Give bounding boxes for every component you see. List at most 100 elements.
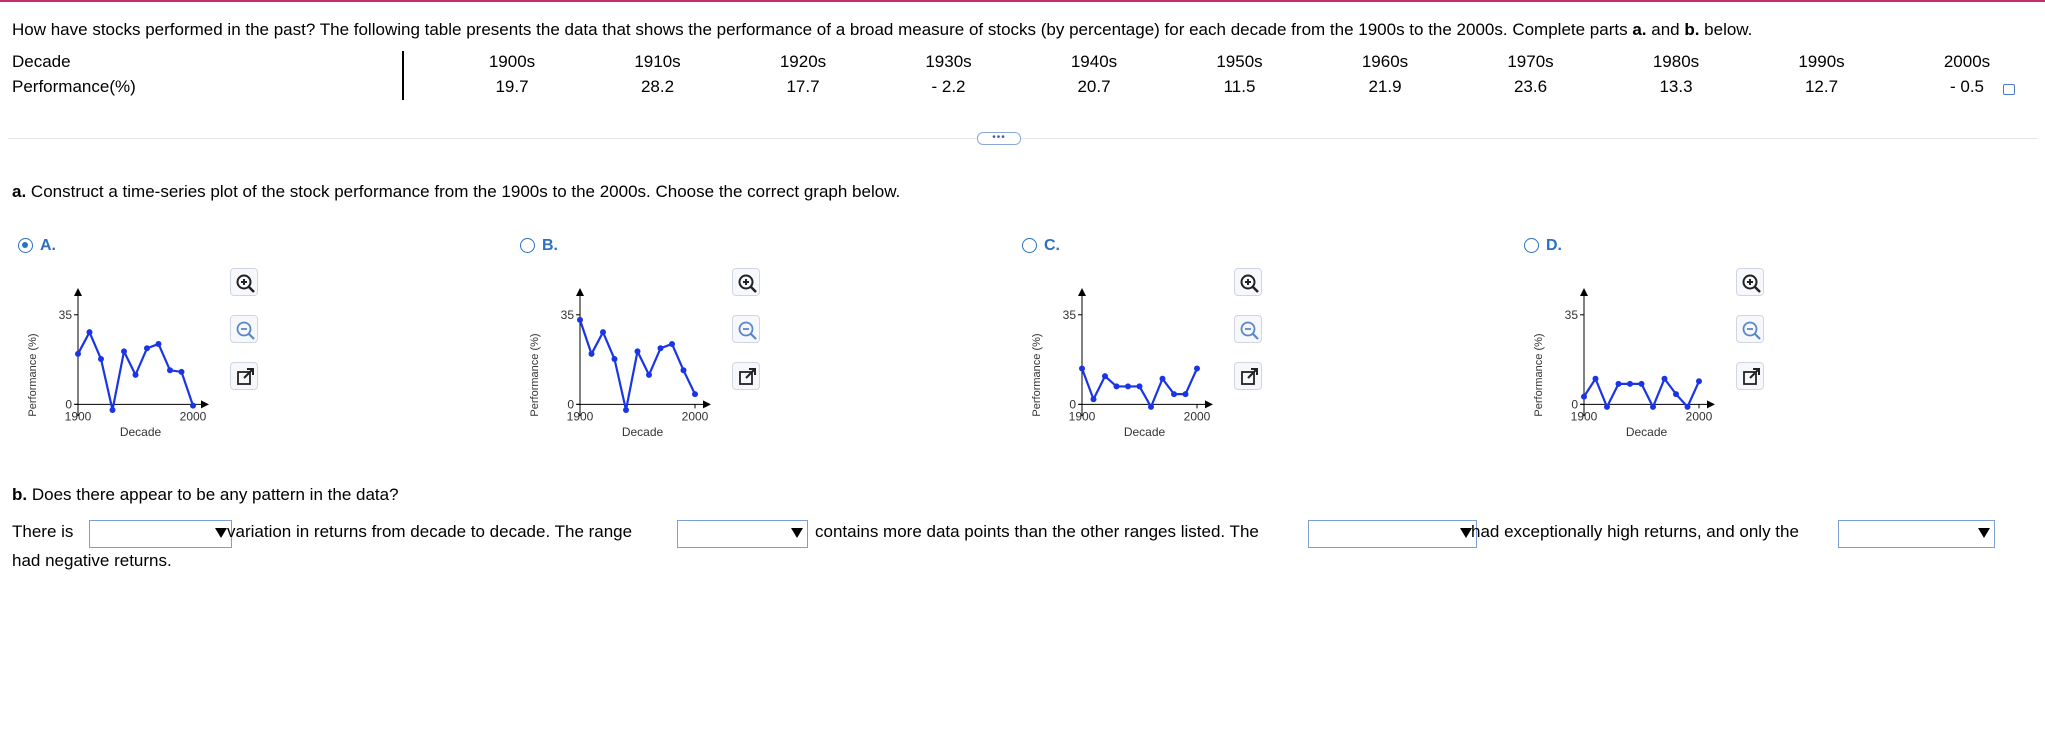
- option-label: D.: [1546, 237, 1562, 254]
- data-point: [1604, 403, 1610, 410]
- data-point: [634, 348, 641, 355]
- performance-value: 20.7: [1077, 77, 1111, 96]
- data-point: [121, 348, 127, 355]
- x-tick-label: 2000: [1184, 409, 1211, 423]
- popout-button[interactable]: [732, 362, 760, 390]
- negative-returns-dropdown[interactable]: [1838, 520, 1995, 548]
- performance-value: 17.7: [786, 77, 820, 96]
- performance-value: - 0.5: [1949, 77, 1985, 96]
- data-point: [132, 371, 139, 378]
- data-point: [1148, 403, 1154, 410]
- decade-header: 1900s: [488, 52, 536, 71]
- data-point: [577, 316, 583, 323]
- option-label: A.: [40, 237, 56, 254]
- x-tick-label: 2000: [180, 409, 207, 423]
- popout-button[interactable]: [230, 362, 258, 390]
- data-point: [109, 406, 116, 413]
- option-b[interactable]: B. 0 35 1900 2000 Decade Performance (%): [520, 237, 980, 458]
- zoom-in-icon: [236, 274, 255, 293]
- option-c[interactable]: C. 0 35 1900 2000 Decade Performance (%): [1022, 237, 1482, 458]
- data-point: [190, 402, 196, 409]
- time-series-chart: 0351900 2000DecadePerformance (%): [1533, 288, 1715, 439]
- data-point: [1615, 380, 1622, 387]
- table-separator: [402, 51, 404, 100]
- variation-dropdown[interactable]: [89, 520, 232, 548]
- top-border: [0, 0, 2045, 2]
- x-axis-label: Decade: [622, 425, 664, 439]
- performance-value: 13.3: [1659, 77, 1693, 96]
- popout-button[interactable]: [1234, 362, 1262, 390]
- zoom-in-button[interactable]: [1234, 268, 1262, 296]
- sentence-part-3: contains more data points than the other…: [815, 522, 1259, 541]
- performance-value: 23.6: [1513, 77, 1548, 96]
- decade-header: 1940s: [1070, 52, 1118, 71]
- zoom-in-button[interactable]: [230, 268, 258, 296]
- y-axis-label: Performance (%): [529, 333, 541, 416]
- data-point: [178, 368, 185, 375]
- data-point: [692, 391, 698, 398]
- section-divider: [8, 138, 2038, 139]
- zoom-out-button[interactable]: [1736, 315, 1764, 343]
- copy-table-icon[interactable]: [2003, 84, 2015, 95]
- x-axis-label: Decade: [1626, 425, 1668, 439]
- more-button[interactable]: •••: [977, 132, 1021, 145]
- data-point: [1696, 378, 1702, 385]
- x-tick-label: 2000: [682, 409, 709, 423]
- sentence-part-4: had exceptionally high returns, and only…: [1471, 522, 1799, 541]
- popout-icon: [237, 368, 254, 385]
- data-point: [1194, 365, 1200, 372]
- data-point: [680, 367, 687, 374]
- radio-button[interactable]: [520, 238, 535, 253]
- y-axis-label: Performance (%): [27, 333, 39, 416]
- question-text: How have stocks performed in the past? T…: [12, 20, 1753, 39]
- x-tick-label: 1900: [567, 409, 594, 423]
- x-tick-label: 1900: [1069, 409, 1096, 423]
- option-label: C.: [1044, 237, 1060, 254]
- performance-value: 19.7: [495, 77, 529, 96]
- range-dropdown[interactable]: [677, 520, 808, 548]
- decade-header: 2000s: [1943, 52, 1991, 71]
- performance-value: 11.5: [1223, 77, 1256, 96]
- zoom-out-button[interactable]: [230, 315, 258, 343]
- data-point: [611, 356, 618, 363]
- high-returns-dropdown[interactable]: [1308, 520, 1477, 548]
- data-point: [1638, 380, 1645, 387]
- radio-button[interactable]: [18, 238, 33, 253]
- zoom-in-button[interactable]: [1736, 268, 1764, 296]
- data-point: [1684, 403, 1691, 410]
- radio-button[interactable]: [1022, 238, 1037, 253]
- option-label: B.: [542, 237, 558, 254]
- zoom-out-icon: [236, 321, 255, 340]
- data-point: [98, 356, 104, 363]
- decade-header: 1930s: [925, 52, 972, 71]
- x-tick-label: 2000: [1686, 409, 1713, 423]
- chevron-down-icon: [215, 528, 227, 538]
- zoom-out-button[interactable]: [1234, 315, 1262, 343]
- data-point: [1090, 396, 1097, 403]
- x-axis-label: Decade: [1124, 425, 1166, 439]
- data-point: [1136, 383, 1143, 390]
- zoom-out-icon: [738, 321, 757, 340]
- performance-value: 21.9: [1368, 77, 1402, 96]
- radio-button[interactable]: [1524, 238, 1539, 253]
- data-point: [1182, 391, 1189, 398]
- data-point: [1171, 391, 1177, 398]
- decade-header: 1910s: [634, 52, 681, 71]
- series-line: [578, 319, 696, 411]
- option-d[interactable]: D. 0 35 1900 2000 Decade Performance (%): [1524, 237, 1984, 458]
- popout-button[interactable]: [1736, 362, 1764, 390]
- zoom-in-icon: [1742, 274, 1761, 293]
- y-axis-arrow: [1078, 288, 1086, 296]
- x-tick-label: 1900: [65, 409, 92, 423]
- data-point: [1661, 375, 1668, 382]
- y-axis-label: Performance (%): [1031, 333, 1043, 416]
- part-b-prompt: b. Does there appear to be any pattern i…: [12, 485, 399, 504]
- performance-label: Performance(%): [12, 77, 136, 96]
- zoom-in-button[interactable]: [732, 268, 760, 296]
- zoom-out-button[interactable]: [732, 315, 760, 343]
- option-a[interactable]: A. 0 35 1900 2000 Decade Performance (%): [18, 237, 478, 458]
- zoom-out-icon: [1742, 321, 1761, 340]
- data-point: [1581, 393, 1587, 400]
- time-series-chart: 0351900 2000DecadePerformance (%): [27, 288, 209, 439]
- data-point: [1102, 373, 1108, 380]
